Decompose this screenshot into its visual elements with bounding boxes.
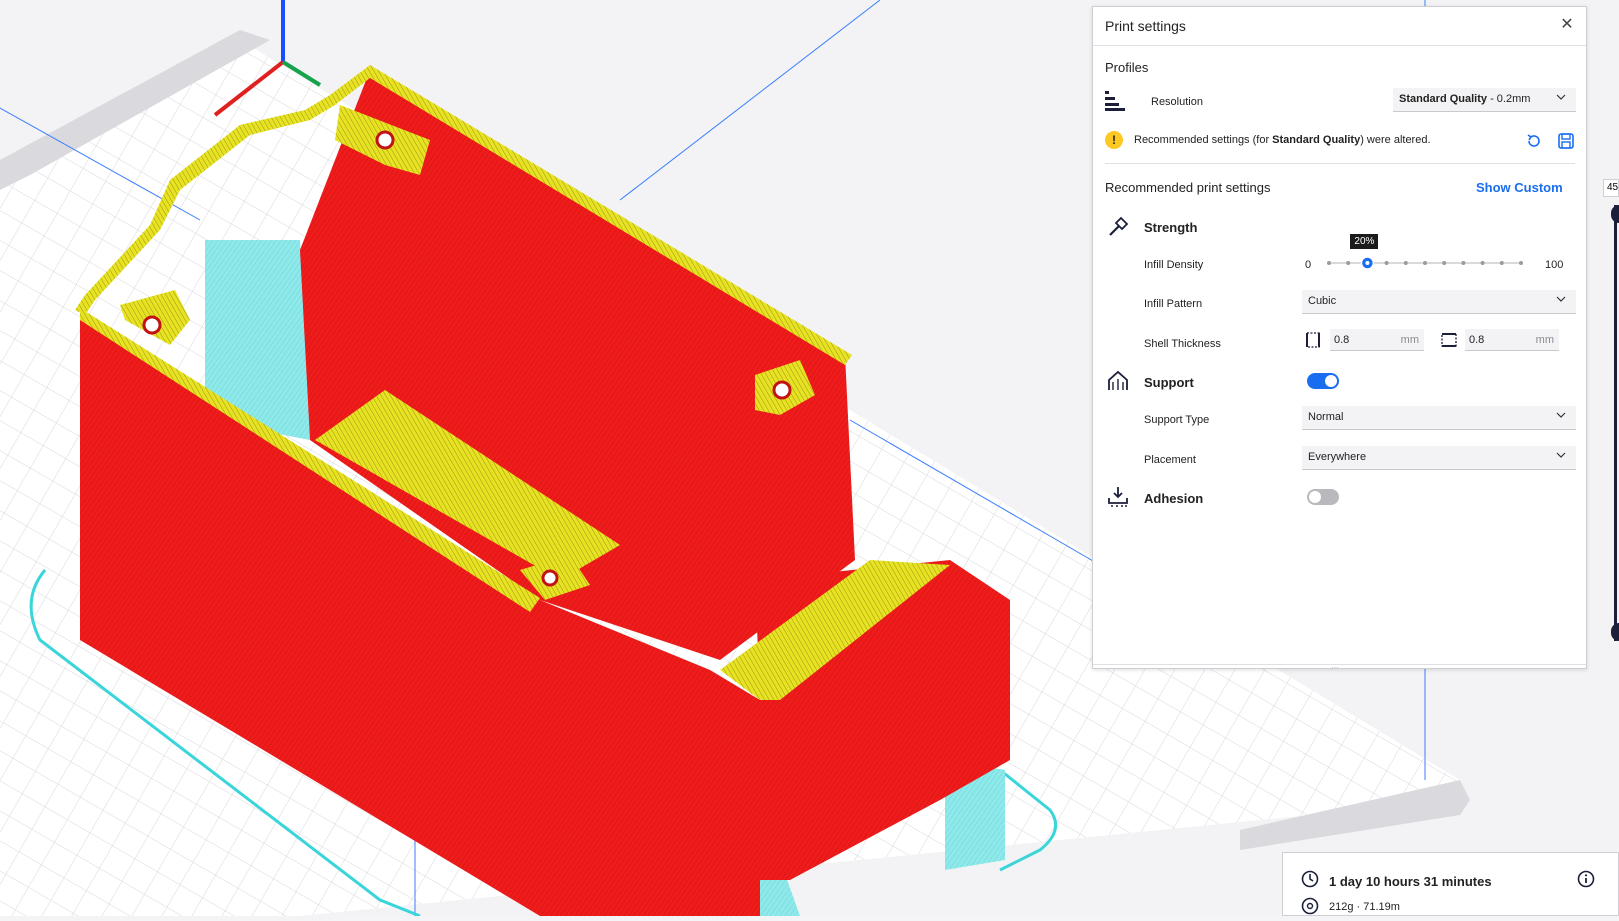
support-label: Support <box>1144 375 1194 390</box>
infill-pattern-dropdown[interactable]: Cubic <box>1302 290 1576 314</box>
grip-icon: ··· <box>1331 663 1339 672</box>
print-summary: 1 day 10 hours 31 minutes 212g · 71.19m <box>1282 852 1619 916</box>
panel-title: Print settings <box>1105 18 1186 34</box>
infill-pattern-label: Infill Pattern <box>1144 298 1203 310</box>
infill-pattern-value: Cubic <box>1308 295 1337 307</box>
reset-icon[interactable] <box>1525 132 1543 155</box>
resolution-value-rest: - 0.2mm <box>1487 93 1531 105</box>
support-type-dropdown[interactable]: Normal <box>1302 406 1576 430</box>
slider-tick <box>1499 261 1504 265</box>
adhesion-label: Adhesion <box>1144 491 1204 506</box>
warning-icon: ! <box>1105 131 1123 149</box>
placement-value: Everywhere <box>1308 451 1367 463</box>
adhesion-icon <box>1107 485 1129 512</box>
infill-min-label: 0 <box>1305 259 1312 271</box>
layer-slider-value[interactable]: 45 <box>1603 179 1619 197</box>
print-material: 212g · 71.19m <box>1329 901 1400 913</box>
support-toggle-knob <box>1325 375 1337 387</box>
slider-tick <box>1461 261 1466 265</box>
infill-density-label: Infill Density <box>1144 259 1204 271</box>
wall-thickness-icon <box>1304 331 1322 354</box>
slider-tick <box>1346 261 1351 265</box>
layer-slider-line <box>1614 205 1617 641</box>
support-toggle[interactable] <box>1307 373 1339 389</box>
divider <box>1105 163 1575 164</box>
slider-tick <box>1480 261 1485 265</box>
chevron-down-icon <box>1556 450 1566 463</box>
panel-header: Print settings ✕ <box>1093 7 1586 46</box>
support-type-label: Support Type <box>1144 414 1210 426</box>
shell-thickness-label: Shell Thickness <box>1144 338 1221 350</box>
resolution-dropdown[interactable]: Standard Quality - 0.2mm <box>1393 88 1576 112</box>
adhesion-toggle-knob <box>1309 491 1321 503</box>
clock-icon <box>1301 870 1319 893</box>
slider-tick <box>1423 261 1427 265</box>
placement-label: Placement <box>1144 454 1196 466</box>
top-bottom-thickness-input[interactable]: 0.8 mm <box>1465 329 1559 351</box>
wall-thickness-input[interactable]: 0.8 mm <box>1330 329 1424 351</box>
panel-resize-handle[interactable]: ··· <box>1093 663 1586 672</box>
profiles-label: Profiles <box>1105 60 1149 75</box>
resolution-value-bold: Standard Quality <box>1399 93 1488 105</box>
info-icon[interactable] <box>1577 870 1595 893</box>
slider-tick <box>1519 261 1523 265</box>
screw-hole <box>142 315 162 335</box>
strength-label: Strength <box>1144 220 1198 235</box>
warning-suffix: ) were altered. <box>1360 134 1431 146</box>
print-settings-panel: Print settings ✕ Profiles Resolution Sta… <box>1092 6 1587 672</box>
wall-thickness-unit: mm <box>1400 334 1419 346</box>
top-bottom-thickness-icon <box>1440 331 1458 354</box>
chevron-down-icon <box>1556 92 1566 105</box>
screw-hole <box>772 380 792 400</box>
save-icon[interactable] <box>1557 132 1575 155</box>
slider-tick <box>1384 261 1389 265</box>
infill-density-slider[interactable] <box>1325 256 1525 270</box>
support-type-value: Normal <box>1308 411 1344 423</box>
slider-tick <box>1403 261 1408 265</box>
chevron-down-icon <box>1556 410 1566 423</box>
warning-prefix: Recommended settings (for <box>1134 134 1273 146</box>
resolution-icon <box>1105 91 1125 116</box>
screw-hole <box>541 569 559 587</box>
adhesion-toggle[interactable] <box>1307 489 1339 505</box>
close-icon[interactable]: ✕ <box>1558 16 1576 34</box>
hammer-icon <box>1107 216 1129 243</box>
placement-dropdown[interactable]: Everywhere <box>1302 446 1576 470</box>
layer-slider-handle-bottom[interactable] <box>1611 623 1619 641</box>
layer-slider-handle-top[interactable] <box>1611 205 1619 223</box>
infill-slider-track <box>1327 256 1523 270</box>
screw-hole <box>375 130 395 150</box>
infill-max-label: 100 <box>1545 259 1564 271</box>
warning-message: Recommended settings (for Standard Quali… <box>1134 134 1431 146</box>
slider-tick <box>1442 261 1447 265</box>
slider-handle-dot <box>1365 261 1370 265</box>
chevron-down-icon <box>1556 294 1566 307</box>
spool-icon <box>1301 897 1319 920</box>
print-time: 1 day 10 hours 31 minutes <box>1329 874 1492 889</box>
resolution-label: Resolution <box>1151 96 1203 108</box>
wall-thickness-value: 0.8 <box>1334 334 1350 346</box>
support-icon <box>1107 370 1129 397</box>
top-bottom-thickness-unit: mm <box>1535 334 1554 346</box>
infill-value-tooltip: 20% <box>1350 234 1379 249</box>
top-bottom-thickness-value: 0.8 <box>1469 334 1485 346</box>
show-custom-button[interactable]: Show Custom <box>1476 180 1563 195</box>
recommended-label: Recommended print settings <box>1105 180 1271 195</box>
layer-slider-track[interactable] <box>1611 205 1619 641</box>
warning-profile: Standard Quality <box>1272 134 1361 146</box>
slider-tick <box>1327 261 1331 265</box>
